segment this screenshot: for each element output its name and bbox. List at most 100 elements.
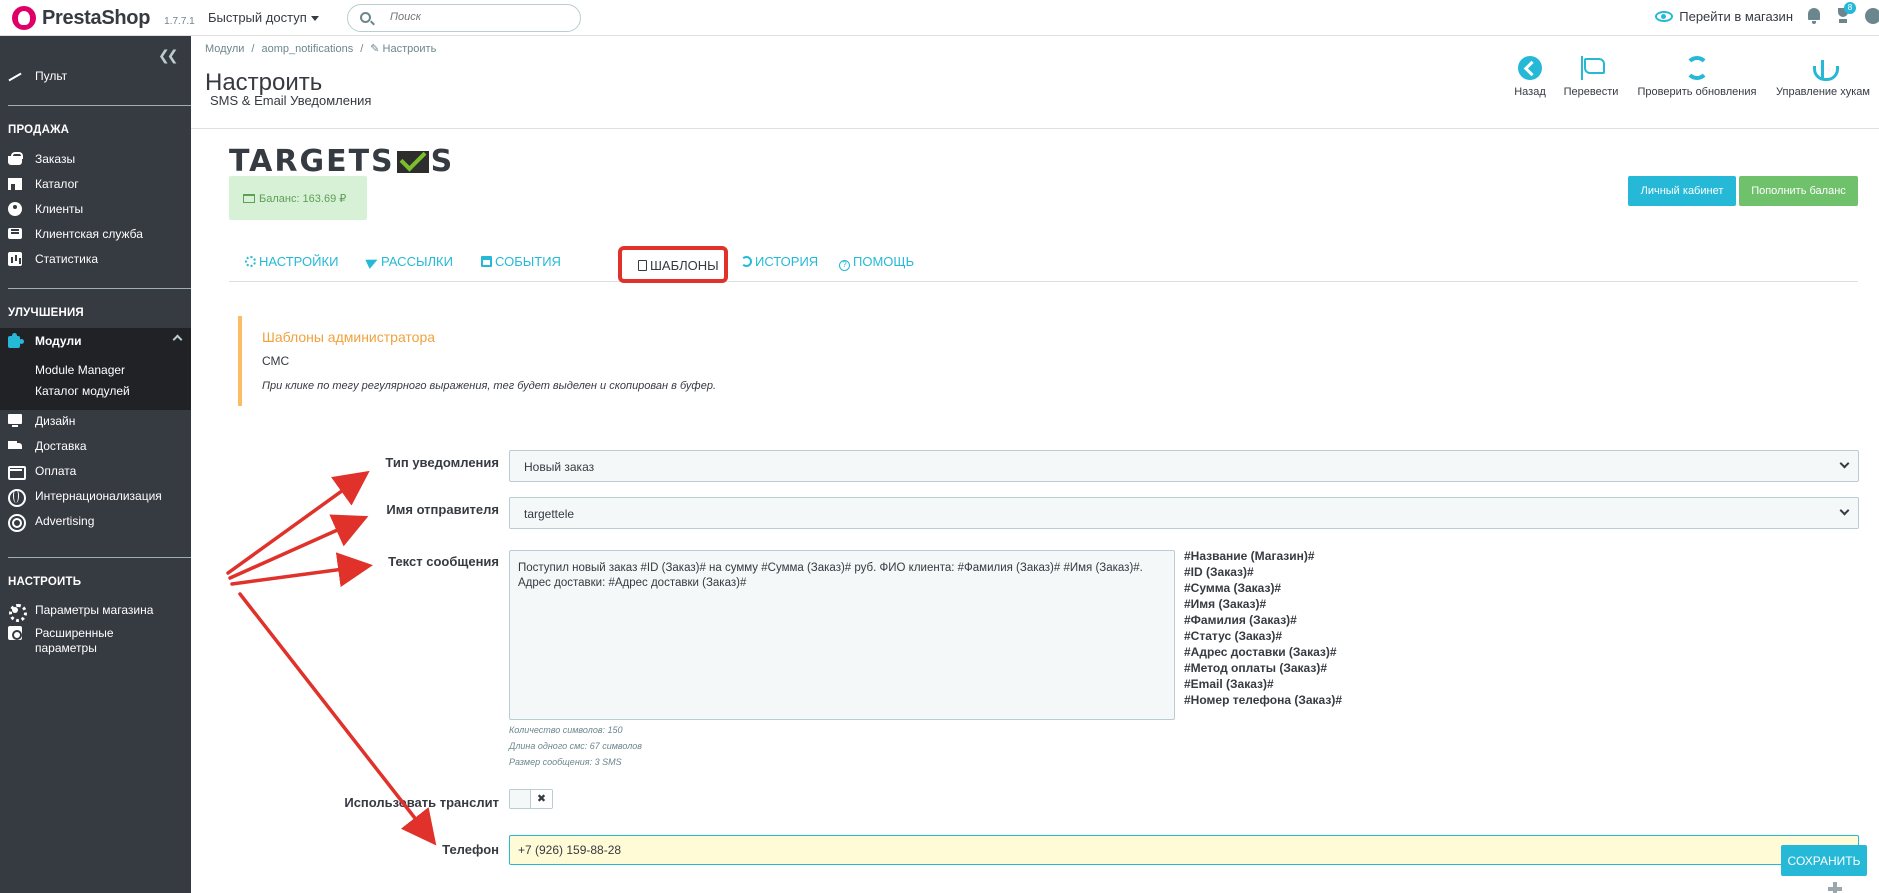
chat-icon: [8, 227, 22, 241]
translate-button[interactable]: Перевести: [1559, 56, 1623, 98]
chevron-down-icon: [1839, 505, 1850, 516]
breadcrumb-configure: Настроить: [382, 43, 437, 55]
globe-icon: [8, 489, 26, 507]
top-up-balance-button[interactable]: Пополнить баланс: [1739, 176, 1858, 206]
scale-icon: [243, 194, 255, 203]
view-shop-label: Перейти в магазин: [1679, 8, 1793, 24]
user-avatar-icon[interactable]: [1865, 8, 1879, 24]
toolbar-label: Перевести: [1563, 86, 1619, 98]
sidebar-divider: [8, 557, 191, 558]
sidebar-item-customer-service[interactable]: Клиентская служба: [0, 221, 191, 247]
sidebar-item-label: Статистика: [35, 252, 99, 266]
sidebar-item-customers[interactable]: Клиенты: [0, 196, 191, 222]
sidebar-item-orders[interactable]: Заказы: [0, 146, 191, 172]
basket-icon: [8, 152, 23, 166]
alert-title: Шаблоны администратора: [262, 329, 436, 345]
person-icon: [8, 202, 22, 216]
prestashop-logo[interactable]: PrestaShop 1.7.7.1: [12, 6, 195, 30]
save-button[interactable]: СОХРАНИТЬ: [1781, 845, 1867, 876]
tab-label: ШАБЛОНЫ: [650, 258, 719, 273]
tab-settings[interactable]: НАСТРОЙКИ: [245, 254, 338, 269]
truck-icon: [8, 439, 22, 453]
plus-icon[interactable]: [1828, 882, 1842, 893]
tag-order-id[interactable]: #ID (Заказ)#: [1184, 564, 1342, 580]
advanced-gear-icon: [8, 626, 22, 640]
tag-payment-method[interactable]: #Метод оплаты (Заказ)#: [1184, 660, 1342, 676]
brand-text: TARGETS: [229, 144, 395, 179]
check-updates-button[interactable]: Проверить обновления: [1631, 56, 1763, 98]
trending-up-icon: [8, 69, 22, 83]
sidebar-item-shop-params[interactable]: Параметры магазина: [0, 597, 191, 623]
trophy-icon[interactable]: 8: [1835, 2, 1856, 24]
sender-name-label: Имя отправителя: [386, 502, 499, 517]
message-counter: Количество символов: 150 Длина одного см…: [509, 722, 642, 770]
manage-hooks-button[interactable]: Управление хукам: [1776, 56, 1879, 98]
breadcrumb-module-name[interactable]: aomp_notifications: [261, 43, 353, 55]
brand-text-end: S: [430, 144, 455, 179]
sidebar-item-advanced-params[interactable]: Расширенные параметры: [0, 624, 191, 658]
tab-mailings[interactable]: РАССЫЛКИ: [365, 254, 453, 269]
search-input[interactable]: [390, 11, 570, 23]
tag-order-sum[interactable]: #Сумма (Заказ)#: [1184, 580, 1342, 596]
sidebar-item-label: Клиентская служба: [35, 227, 143, 241]
sidebar-item-label: Advertising: [35, 514, 95, 528]
help-icon: ?: [839, 260, 850, 271]
modules-submenu: Module Manager Каталог модулей: [0, 354, 191, 410]
sidebar-item-payment[interactable]: Оплата: [0, 458, 191, 484]
logo-text: PrestaShop: [42, 6, 151, 29]
sender-name-select[interactable]: targettele: [509, 497, 1859, 529]
balance-value: Баланс: 163.69 ₽: [259, 193, 347, 205]
tab-templates[interactable]: ШАБЛОНЫ: [618, 246, 728, 283]
prestashop-logo-icon: [12, 6, 36, 30]
toolbar-label: Проверить обновления: [1637, 86, 1757, 98]
tag-order-status[interactable]: #Статус (Заказ)#: [1184, 628, 1342, 644]
section-title-improve: УЛУЧШЕНИЯ: [8, 307, 84, 319]
submenu-item-module-manager[interactable]: Module Manager: [35, 363, 125, 377]
tab-label: НАСТРОЙКИ: [259, 254, 339, 269]
tag-shop-name[interactable]: #Название (Магазин)#: [1184, 548, 1342, 564]
tag-delivery-address[interactable]: #Адрес доставки (Заказ)#: [1184, 644, 1342, 660]
tag-last-name[interactable]: #Фамилия (Заказ)#: [1184, 612, 1342, 628]
collapse-sidebar-icon[interactable]: ❮❮: [158, 47, 179, 64]
sidebar-item-dashboard[interactable]: Пульт: [0, 63, 191, 89]
tab-label: ПОМОЩЬ: [853, 254, 915, 269]
puzzle-icon: [8, 333, 22, 348]
bell-icon[interactable]: [1807, 8, 1821, 24]
sidebar-item-modules[interactable]: Модули: [0, 328, 191, 354]
translit-toggle[interactable]: ✖: [509, 789, 553, 809]
sidebar-item-catalog[interactable]: Каталог: [0, 171, 191, 197]
message-textarea[interactable]: Поступил новый заказ #ID (Заказ)# на сум…: [509, 550, 1175, 720]
anchor-icon: [1811, 56, 1839, 81]
sidebar-item-label: Интернационализация: [35, 489, 162, 503]
personal-cabinet-button[interactable]: Личный кабинет: [1628, 176, 1736, 206]
phone-input[interactable]: [509, 835, 1859, 865]
tag-first-name[interactable]: #Имя (Заказ)#: [1184, 596, 1342, 612]
quick-access-dropdown[interactable]: Быстрый доступ: [208, 10, 319, 25]
notification-type-label: Тип уведомления: [385, 455, 499, 470]
search-box[interactable]: [347, 4, 581, 32]
tab-help[interactable]: ? ПОМОЩЬ: [839, 254, 914, 271]
chevron-up-icon: [172, 334, 183, 345]
alert-subtitle: СМС: [262, 354, 290, 368]
notification-type-select[interactable]: Новый заказ: [509, 450, 1859, 482]
sidebar-item-advertising[interactable]: Advertising: [0, 508, 191, 534]
submenu-item-module-catalog[interactable]: Каталог модулей: [35, 384, 130, 398]
view-shop-link[interactable]: Перейти в магазин: [1655, 9, 1793, 24]
target-icon: [8, 514, 26, 532]
sidebar-item-design[interactable]: Дизайн: [0, 408, 191, 434]
tag-email[interactable]: #Email (Заказ)#: [1184, 676, 1342, 692]
sidebar-item-label: Каталог: [35, 177, 79, 191]
stats-icon: [8, 252, 22, 266]
tab-history[interactable]: ИСТОРИЯ: [741, 254, 818, 269]
info-alert: Шаблоны администратора СМС При клике по …: [238, 316, 1858, 406]
tab-events[interactable]: СОБЫТИЯ: [481, 254, 561, 269]
sidebar-item-shipping[interactable]: Доставка: [0, 433, 191, 459]
sidebar-item-international[interactable]: Интернационализация: [0, 483, 191, 509]
quick-access-label: Быстрый доступ: [208, 10, 307, 25]
search-icon[interactable]: [360, 12, 371, 23]
breadcrumb-modules[interactable]: Модули: [205, 43, 244, 55]
tag-phone[interactable]: #Номер телефона (Заказ)#: [1184, 692, 1342, 708]
eye-icon: [1655, 10, 1674, 22]
back-button[interactable]: Назад: [1510, 56, 1550, 98]
sidebar-item-stats[interactable]: Статистика: [0, 246, 191, 272]
